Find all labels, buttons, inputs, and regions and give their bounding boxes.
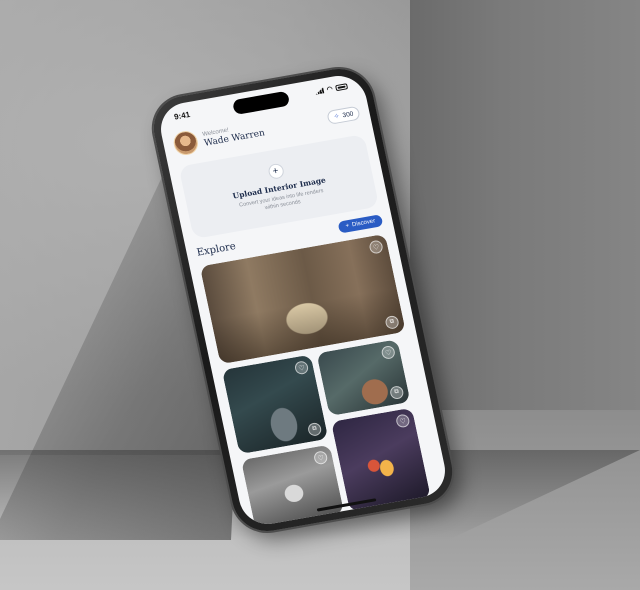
wifi-icon: ◠ xyxy=(326,85,334,94)
wall-shadow-side xyxy=(410,0,640,430)
avatar[interactable] xyxy=(171,129,201,157)
remix-icon[interactable]: ⧉ xyxy=(384,314,400,330)
status-time: 9:41 xyxy=(173,109,191,122)
signal-icon xyxy=(314,87,324,94)
battery-icon xyxy=(335,83,349,92)
explore-title: Explore xyxy=(195,240,237,259)
heart-icon[interactable]: ♡ xyxy=(293,360,310,376)
explore-image-dark-bedroom[interactable]: ♡ ⧉ xyxy=(221,354,329,455)
explore-image-loft[interactable]: ♡ xyxy=(240,444,345,529)
credits-badge[interactable]: ✧ 300 xyxy=(326,105,361,125)
discover-button[interactable]: + Discover xyxy=(337,214,384,234)
user-text: Welcome! Wade Warren xyxy=(202,121,266,148)
heart-icon[interactable]: ♡ xyxy=(312,450,329,466)
heart-icon[interactable]: ♡ xyxy=(368,239,384,255)
discover-label: Discover xyxy=(351,218,376,229)
status-icons: ◠ xyxy=(314,82,349,96)
remix-icon[interactable]: ⧉ xyxy=(389,385,405,401)
heart-icon[interactable]: ♡ xyxy=(395,413,411,429)
remix-icon[interactable]: ⧉ xyxy=(306,421,323,437)
heart-icon[interactable]: ♡ xyxy=(380,344,397,360)
explore-image-purple-room[interactable]: ♡ xyxy=(330,407,431,512)
credits-count: 300 xyxy=(341,110,355,119)
plus-icon[interactable]: + xyxy=(266,162,285,180)
explore-image-teal-bedroom[interactable]: ♡ ⧉ xyxy=(316,339,411,417)
plus-small-icon: + xyxy=(345,222,350,230)
coin-icon: ✧ xyxy=(333,113,341,121)
